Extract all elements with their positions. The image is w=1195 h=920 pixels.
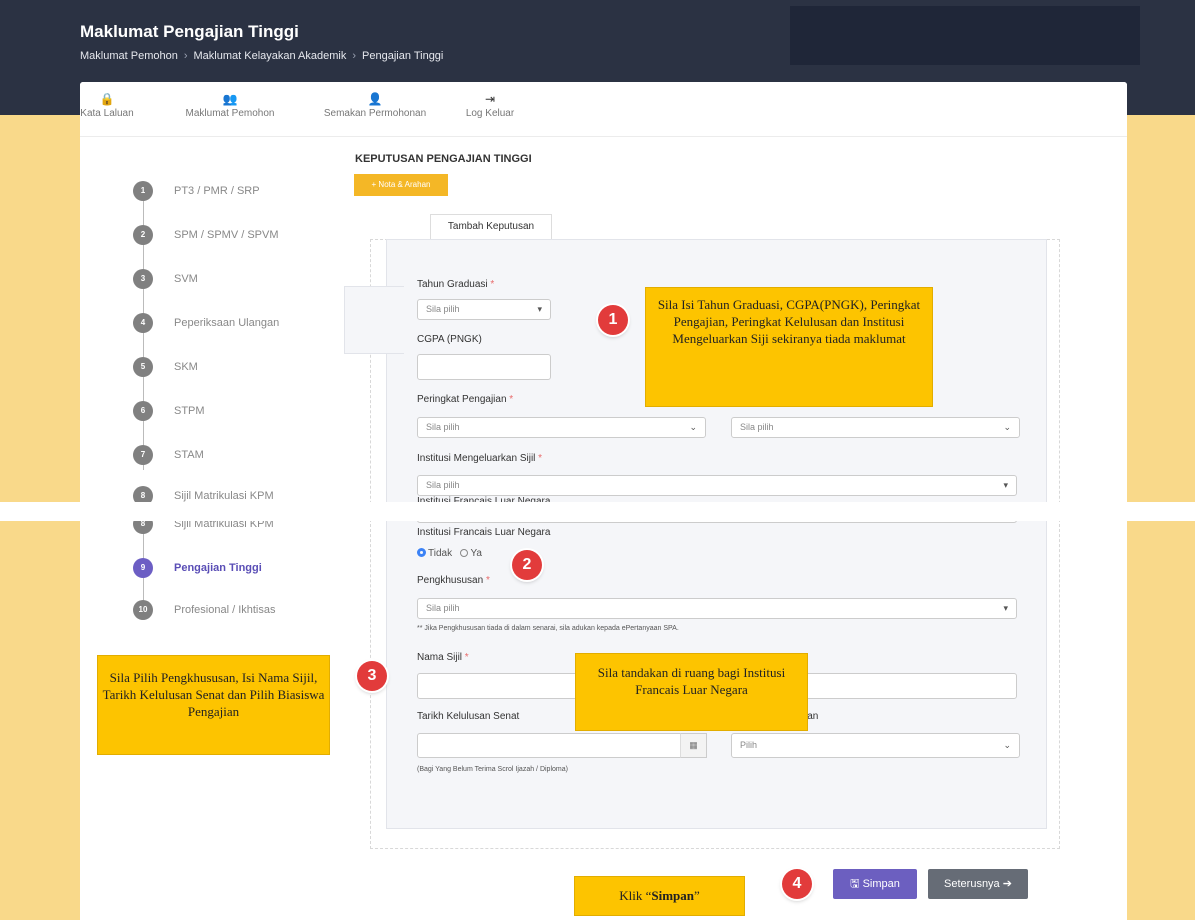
pengkhususan-note: ** Jika Pengkhususan tiada di dalam sena…	[417, 625, 679, 632]
peringkat-kelulusan-select[interactable]: Sila pilih ⌄	[731, 417, 1020, 438]
step-8[interactable]: 8 Sijil Matrikulasi KPM	[133, 486, 353, 502]
step-10[interactable]: 10 Profesional / Ikhtisas	[133, 600, 353, 620]
step-4[interactable]: 4 Peperiksaan Ulangan	[133, 313, 353, 333]
user-check-icon: 👤	[367, 92, 383, 106]
step-1[interactable]: 1 PT3 / PMR / SRP	[133, 181, 353, 201]
callout-4: Klik “Simpan”	[574, 876, 745, 916]
arrow-circle-right-icon: ➔	[1002, 878, 1012, 890]
pengkhususan-select[interactable]: Sila pilih ▾	[417, 598, 1017, 619]
step-8[interactable]: 8 Sijil Matrikulasi KPM	[133, 521, 353, 534]
nav-label: Kata Laluan	[80, 108, 134, 119]
badge-2: 2	[512, 550, 542, 580]
peringkat-pengajian-label: Peringkat Pengajian *	[417, 394, 514, 405]
chevron-right-icon: ›	[183, 50, 188, 62]
badge-4: 4	[782, 869, 812, 899]
tahun-graduasi-label: Tahun Graduasi *	[417, 279, 495, 290]
institusi-select[interactable]: Sila pilih ▾	[417, 475, 1017, 496]
step-3[interactable]: 3 SVM	[133, 269, 353, 289]
tarikh-kelulusan-label: Tarikh Kelulusan Senat	[417, 711, 520, 722]
tahun-graduasi-select[interactable]: Sila pilih ▾	[417, 299, 551, 320]
chevron-down-icon: ▾	[1003, 603, 1008, 613]
chevron-down-icon: ▾	[1003, 480, 1008, 490]
breadcrumb-item[interactable]: Maklumat Pemohon	[80, 50, 178, 62]
chevron-down-icon: ⌄	[1003, 740, 1011, 750]
callout-3: Sila Pilih Pengkhususan, Isi Nama Sijil,…	[97, 655, 330, 755]
seterusnya-button[interactable]: Seterusnya ➔	[928, 869, 1028, 899]
step-7[interactable]: 7 STAM	[133, 445, 353, 465]
breadcrumb-item[interactable]: Maklumat Kelayakan Akademik	[194, 50, 347, 62]
cgpa-input[interactable]	[417, 354, 551, 380]
nav-label: Maklumat Pemohon	[185, 108, 275, 119]
save-icon: 🖫	[850, 878, 860, 890]
tarikh-note: (Bagi Yang Belum Terima Scrol Ijazah / D…	[417, 766, 568, 773]
simpan-button[interactable]: 🖫 Simpan	[833, 869, 917, 899]
step-5[interactable]: 5 SKM	[133, 357, 353, 377]
calendar-icon[interactable]: ▦	[680, 733, 707, 758]
chevron-down-icon: ⌄	[689, 422, 697, 432]
nama-sijil-label: Nama Sijil *	[417, 652, 469, 663]
callout-1: Sila Isi Tahun Graduasi, CGPA(PNGK), Per…	[645, 287, 933, 407]
cgpa-label: CGPA (PNGK)	[417, 334, 482, 345]
institusi-label: Institusi Mengeluarkan Sijil *	[417, 453, 543, 464]
nav-maklumat-pemohon[interactable]: 👥 Maklumat Pemohon	[175, 90, 285, 119]
nav-log-keluar[interactable]: ⇥ Log Keluar	[450, 90, 530, 119]
breadcrumb-item: Pengajian Tinggi	[362, 50, 444, 62]
tarikh-kelulusan-input[interactable]	[417, 733, 707, 758]
francais-label: Institusi Francais Luar Negara	[417, 527, 551, 538]
users-icon: 👥	[222, 92, 238, 106]
screenshot-bottom: 8 Sijil Matrikulasi KPM 9 Pengajian Tinggi…	[0, 521, 1195, 920]
callout-2: Sila tandakan di ruang bagi Institusi Fr…	[575, 653, 808, 731]
separator-strip	[0, 502, 1195, 521]
screenshot-top: Maklumat Pengajian Tinggi Maklumat Pemoh…	[0, 0, 1195, 502]
peringkat-pengajian-select[interactable]: Sila pilih ⌄	[417, 417, 706, 438]
section-title: KEPUTUSAN PENGAJIAN TINGGI	[355, 153, 532, 165]
top-navigation: 🔒 Kata Laluan 👥 Maklumat Pemohon 👤 Semak…	[80, 82, 1127, 137]
header-dark-panel	[790, 6, 1140, 65]
breadcrumb: Maklumat Pemohon › Maklumat Kelayakan Akad…	[80, 50, 443, 62]
chevron-right-icon: ›	[352, 50, 357, 62]
biasiswa-select[interactable]: Pilih ⌄	[731, 733, 1020, 758]
nav-kata-laluan[interactable]: 🔒 Kata Laluan	[74, 90, 140, 119]
nota-arahan-button[interactable]: + Nota & Arahan	[354, 174, 448, 196]
form-card-notch	[344, 286, 404, 354]
chevron-down-icon: ⌄	[1003, 422, 1011, 432]
sign-out-icon: ⇥	[484, 92, 496, 106]
pengkhususan-label: Pengkhususan *	[417, 575, 490, 586]
nav-semakan-permohonan[interactable]: 👤 Semakan Permohonan	[320, 90, 430, 119]
step-6[interactable]: 6 STPM	[133, 401, 353, 421]
badge-1: 1	[598, 305, 628, 335]
radio-ya[interactable]	[460, 549, 469, 557]
francais-radio-group: Tidak Ya	[417, 548, 482, 559]
nav-label: Log Keluar	[465, 108, 515, 119]
tab-tambah-keputusan[interactable]: Tambah Keputusan	[430, 214, 552, 239]
lock-icon: 🔒	[99, 92, 115, 106]
radio-tidak[interactable]	[417, 548, 426, 557]
page-title: Maklumat Pengajian Tinggi	[80, 22, 299, 41]
francais-input-edge	[417, 521, 1017, 523]
step-9[interactable]: 9 Pengajian Tinggi	[133, 558, 353, 578]
step-2[interactable]: 2 SPM / SPMV / SPVM	[133, 225, 353, 245]
chevron-down-icon: ▾	[537, 304, 542, 314]
badge-3: 3	[357, 661, 387, 691]
nav-label: Semakan Permohonan	[323, 108, 427, 119]
